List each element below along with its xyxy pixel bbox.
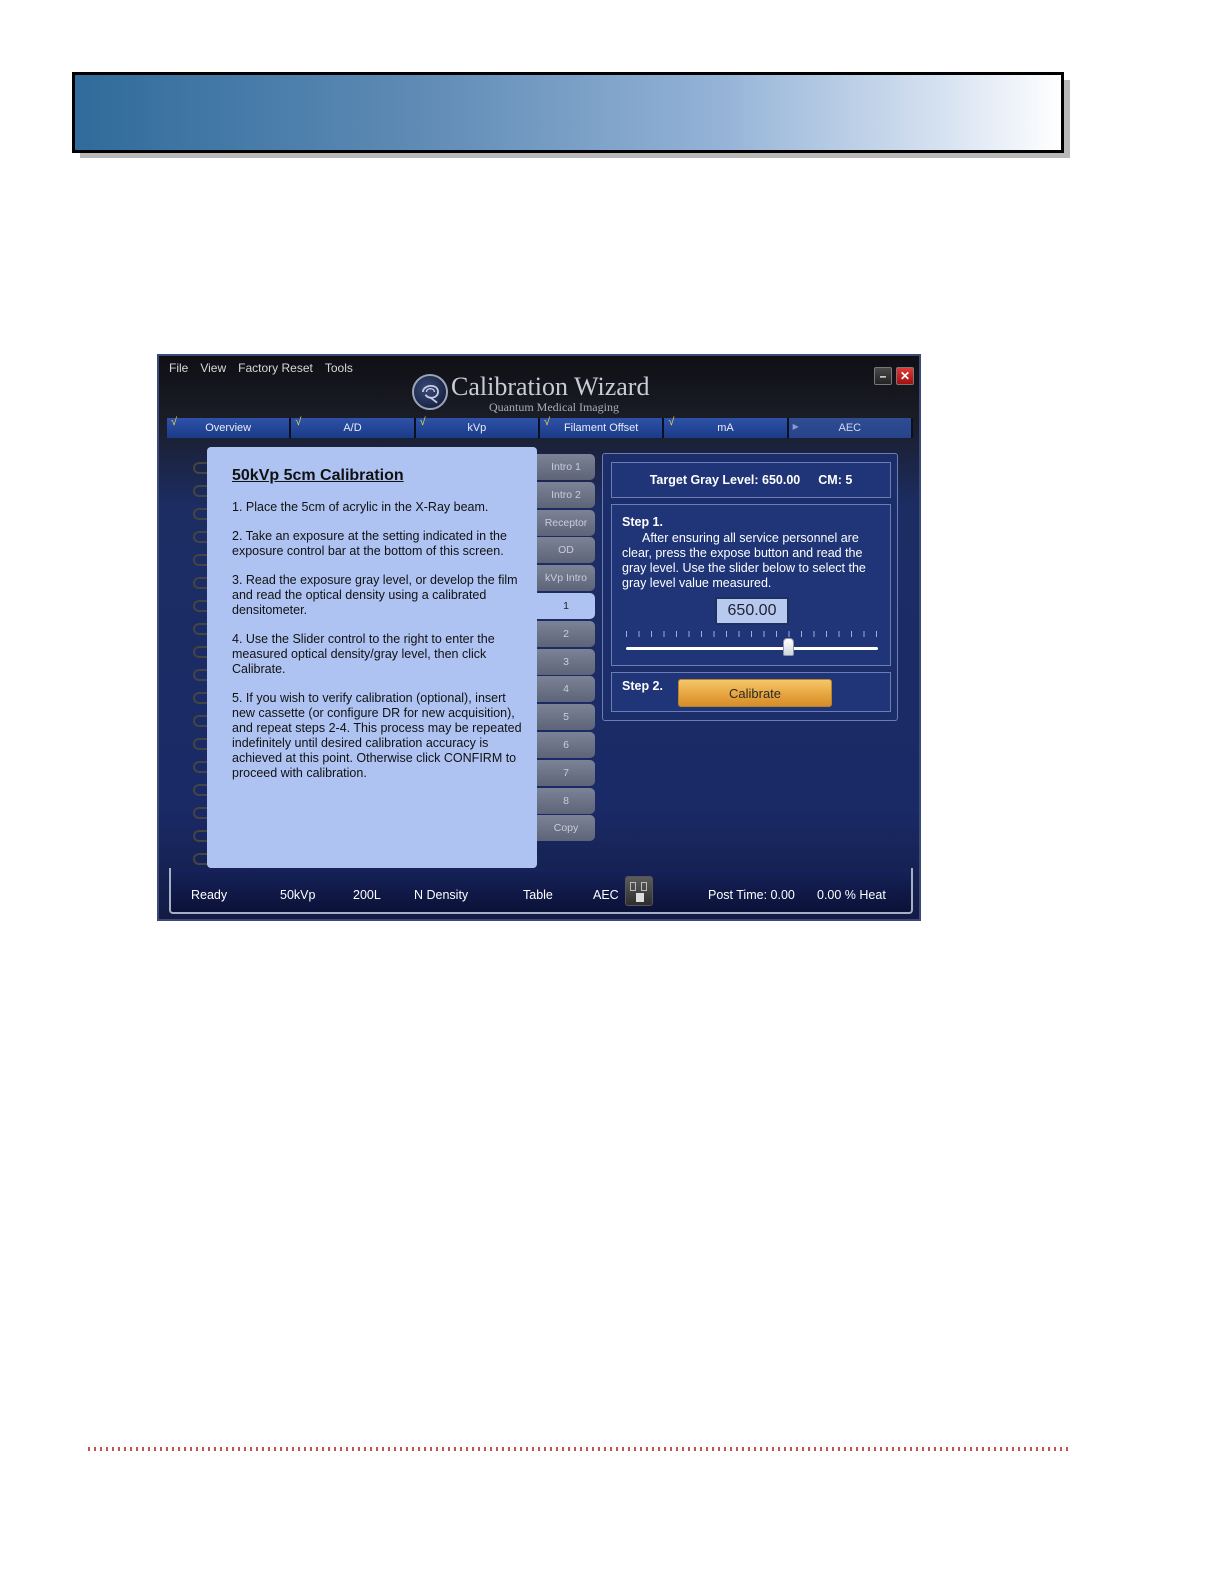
menu-tools[interactable]: Tools [325, 361, 353, 375]
calibrate-button[interactable]: Calibrate [678, 679, 832, 707]
step-2-title: Step 2. [622, 679, 663, 693]
tab-ad[interactable]: √ A/D [291, 416, 416, 438]
tab-label: A/D [343, 422, 362, 434]
side-tab-8[interactable]: 8 [537, 787, 595, 814]
side-tab-6[interactable]: 6 [537, 731, 595, 758]
tab-kvp[interactable]: √ kVp [415, 416, 540, 438]
side-tab-kvp-intro[interactable]: kVp Intro [537, 565, 595, 592]
menu-factory-reset[interactable]: Factory Reset [238, 361, 313, 375]
side-tab-4[interactable]: 4 [537, 676, 595, 703]
step-1-box: Step 1. After ensuring all service perso… [611, 504, 891, 666]
side-tab-7[interactable]: 7 [537, 759, 595, 786]
chamber-icon [630, 882, 636, 891]
status-heat: 0.00 % Heat [817, 888, 886, 902]
instructions-notebook: 50kVp 5cm Calibration 1. Place the 5cm o… [207, 447, 537, 868]
side-tab-1[interactable]: 1 [537, 592, 595, 619]
tab-overview[interactable]: √ Overview [167, 416, 292, 438]
check-icon: √ [419, 416, 426, 428]
instruction-step: 3. Read the exposure gray level, or deve… [232, 573, 518, 617]
status-kvp: 50kVp [280, 888, 316, 902]
arrow-right-icon: ▶ [792, 422, 799, 431]
side-tab-3[interactable]: 3 [537, 648, 595, 675]
instruction-step: 5. If you wish to verify calibration (op… [232, 691, 522, 780]
side-tab-5[interactable]: 5 [537, 704, 595, 731]
status-aec: AEC [593, 888, 619, 902]
instruction-list: 1. Place the 5cm of acrylic in the X-Ray… [232, 500, 532, 795]
header-banner [72, 72, 1064, 153]
quantum-logo-icon [412, 374, 448, 410]
gray-level-value-field[interactable]: 650.00 [715, 597, 789, 625]
side-tab-receptor[interactable]: Receptor [537, 509, 595, 536]
side-tab-intro-1[interactable]: Intro 1 [537, 454, 595, 480]
tab-label: AEC [838, 422, 862, 434]
slider-ticks [626, 631, 878, 637]
check-icon: √ [171, 416, 178, 428]
chamber-center-icon [636, 893, 644, 902]
tab-ma[interactable]: √ mA [664, 416, 789, 438]
status-ready: Ready [191, 888, 228, 902]
app-subtitle: Quantum Medical Imaging [489, 400, 619, 414]
menu-bar: File View Factory Reset Tools [169, 361, 353, 375]
exposure-status-bar: Ready 50kVp 200L N Density Table AEC Pos… [169, 868, 913, 914]
instruction-step: 1. Place the 5cm of acrylic in the X-Ray… [232, 500, 489, 514]
target-gray-level: Target Gray Level: 650.00 [649, 473, 801, 487]
footer-dotted-rule [88, 1447, 1070, 1451]
calibration-title: 50kVp 5cm Calibration [232, 467, 404, 484]
app-title: Calibration Wizard [451, 372, 650, 401]
close-button[interactable]: ✕ [896, 367, 914, 385]
slider-track [626, 647, 878, 650]
check-icon: √ [543, 416, 551, 428]
side-tab-copy[interactable]: Copy [537, 815, 595, 842]
step-1-instructions: After ensuring all service personnel are… [622, 531, 866, 590]
side-tab-2[interactable]: 2 [537, 620, 595, 647]
side-tab-od[interactable]: OD [537, 537, 595, 564]
tab-label: Overview [205, 422, 252, 434]
check-icon: √ [668, 416, 675, 428]
target-cm: CM: 5 [818, 473, 853, 487]
target-info: Target Gray Level: 650.00 CM: 5 [611, 462, 891, 498]
side-tab-intro-2[interactable]: Intro 2 [537, 481, 595, 508]
side-tab-list: Intro 1 Intro 2 Receptor OD kVp Intro 1 … [537, 454, 595, 843]
gray-level-slider[interactable] [626, 631, 878, 657]
instruction-step: 4. Use the Slider control to the right t… [232, 632, 495, 676]
calibration-wizard-window: File View Factory Reset Tools – ✕ Calibr… [157, 354, 921, 921]
check-icon: √ [295, 416, 302, 428]
instruction-step: 2. Take an exposure at the setting indic… [232, 529, 507, 558]
minimize-button[interactable]: – [874, 367, 892, 385]
menu-file[interactable]: File [169, 361, 188, 375]
tab-label: mA [717, 422, 734, 434]
tab-label: Filament Offset [563, 422, 639, 434]
status-post-time: Post Time: 0.00 [708, 888, 795, 902]
calibration-panel: Target Gray Level: 650.00 CM: 5 Step 1. … [602, 453, 898, 721]
status-density: N Density [414, 888, 469, 902]
tab-label: kVp [467, 422, 487, 434]
step-1-title: Step 1. [622, 515, 663, 529]
slider-thumb[interactable] [783, 638, 795, 656]
status-table: Table [523, 888, 553, 902]
main-tab-bar: √ Overview √ A/D √ kVp √ Filament Offset… [167, 416, 913, 438]
step-2-box: Step 2. Calibrate [611, 672, 891, 712]
tab-filament-offset[interactable]: √ Filament Offset [539, 416, 665, 438]
status-mas: 200L [353, 888, 381, 902]
chamber-icon [641, 882, 647, 891]
menu-view[interactable]: View [200, 361, 226, 375]
aec-chamber-toggle[interactable] [625, 876, 653, 906]
tab-aec[interactable]: ▶ AEC [788, 418, 913, 438]
